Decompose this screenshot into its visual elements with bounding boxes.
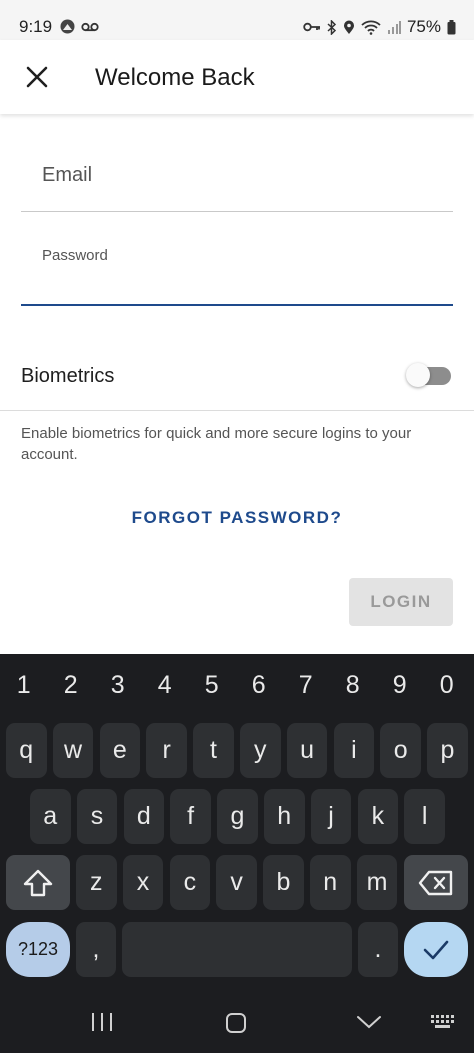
toggle-thumb	[406, 363, 430, 387]
number-key-7[interactable]: 7	[285, 664, 327, 706]
battery-icon	[447, 19, 456, 34]
backspace-key[interactable]	[404, 855, 468, 910]
letter-key-c[interactable]: c	[169, 855, 211, 910]
location-icon	[343, 20, 354, 34]
wifi-icon	[361, 20, 381, 35]
number-key-4[interactable]: 4	[144, 664, 186, 706]
shift-icon	[23, 869, 53, 896]
login-button[interactable]: LOGIN	[349, 578, 453, 626]
app-bar: Welcome Back	[0, 40, 474, 114]
battery-percent: 75%	[406, 17, 441, 36]
keyboard-icon[interactable]	[430, 1014, 456, 1030]
signal-icon	[387, 20, 401, 34]
status-right-icons: 75%	[303, 17, 456, 37]
letter-key-x[interactable]: x	[122, 855, 164, 910]
letter-key-d[interactable]: d	[123, 789, 165, 844]
forgot-password-link[interactable]: FORGOT PASSWORD?	[0, 508, 474, 528]
close-icon	[26, 66, 48, 88]
recent-apps-icon[interactable]	[90, 1012, 114, 1032]
email-label: Email	[42, 164, 93, 186]
letter-key-o[interactable]: o	[380, 723, 421, 778]
number-key-9[interactable]: 9	[379, 664, 421, 706]
letter-key-m[interactable]: m	[356, 855, 398, 910]
letter-key-b[interactable]: b	[263, 855, 304, 910]
comma-key[interactable]: ,	[76, 922, 116, 977]
letter-key-t[interactable]: t	[193, 723, 234, 778]
home-icon[interactable]	[225, 1012, 247, 1034]
password-label: Password	[42, 247, 108, 264]
voicemail-icon	[81, 22, 99, 31]
letter-key-a[interactable]: a	[30, 789, 71, 844]
letter-key-f[interactable]: f	[170, 789, 211, 844]
key-icon	[303, 22, 320, 32]
letter-key-j[interactable]: j	[310, 789, 352, 844]
letter-key-q[interactable]: q	[6, 723, 47, 778]
space-key[interactable]	[122, 922, 352, 977]
biometrics-label: Biometrics	[21, 365, 115, 387]
number-key-6[interactable]: 6	[238, 664, 280, 706]
biometrics-row: Biometrics	[0, 345, 474, 411]
bluetooth-icon	[327, 19, 337, 35]
letter-key-h[interactable]: h	[264, 789, 305, 844]
checkmark-icon	[423, 940, 449, 959]
back-icon[interactable]	[356, 1014, 382, 1030]
number-key-0[interactable]: 0	[426, 664, 468, 706]
letter-key-s[interactable]: s	[76, 789, 118, 844]
letter-key-g[interactable]: g	[217, 789, 258, 844]
letter-key-e[interactable]: e	[99, 723, 141, 778]
biometrics-help-text: Enable biometrics for quick and more sec…	[21, 425, 412, 463]
letter-key-l[interactable]: l	[404, 789, 445, 844]
letter-key-u[interactable]: u	[286, 723, 328, 778]
number-key-2[interactable]: 2	[50, 664, 92, 706]
letter-key-k[interactable]: k	[357, 789, 399, 844]
status-left-icons	[60, 19, 99, 34]
letter-key-p[interactable]: p	[427, 723, 468, 778]
email-field[interactable]: Email	[21, 140, 453, 212]
number-key-1[interactable]: 1	[3, 664, 45, 706]
status-bar: 9:19 75%	[0, 0, 474, 40]
letter-key-v[interactable]: v	[216, 855, 257, 910]
letter-key-z[interactable]: z	[76, 855, 117, 910]
close-button[interactable]	[20, 60, 54, 94]
biometrics-toggle[interactable]	[406, 363, 451, 387]
period-key[interactable]: .	[358, 922, 398, 977]
page-title: Welcome Back	[95, 64, 255, 91]
letter-key-y[interactable]: y	[240, 723, 281, 778]
letter-key-n[interactable]: n	[310, 855, 351, 910]
password-field[interactable]: Password	[21, 228, 453, 306]
status-time: 9:19	[19, 17, 53, 36]
keyboard: ?123 , . 1234567890 qwertyuiop asdfghjkl zx…	[0, 654, 474, 1053]
letter-key-w[interactable]: w	[52, 723, 94, 778]
notification-app-icon	[60, 19, 75, 34]
enter-key[interactable]	[404, 922, 468, 977]
letter-key-i[interactable]: i	[333, 723, 375, 778]
backspace-icon	[418, 870, 453, 895]
shift-key[interactable]	[6, 855, 70, 910]
symbols-key[interactable]: ?123	[6, 922, 70, 977]
letter-key-r[interactable]: r	[146, 723, 187, 778]
number-key-3[interactable]: 3	[97, 664, 139, 706]
number-key-5[interactable]: 5	[191, 664, 233, 706]
navigation-bar	[0, 990, 474, 1053]
number-key-8[interactable]: 8	[332, 664, 374, 706]
